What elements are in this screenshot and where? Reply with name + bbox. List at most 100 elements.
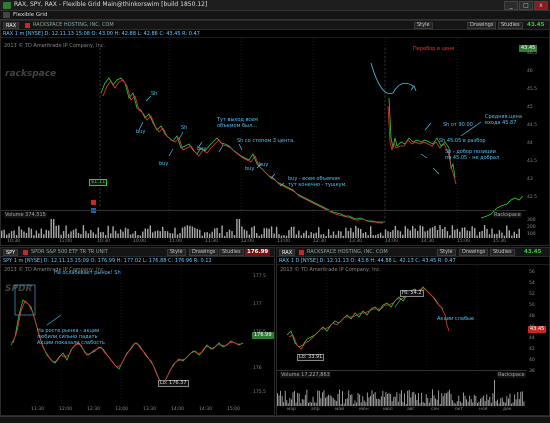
- volume-bar: [357, 393, 359, 406]
- volume-bar: [451, 225, 454, 238]
- volume-bar: [149, 225, 151, 238]
- volume-axis-tick: 300: [527, 218, 536, 223]
- link-icon[interactable]: [299, 250, 304, 255]
- volume-bar: [508, 398, 509, 406]
- volume-bar: [419, 225, 421, 238]
- volume-bar: [518, 228, 520, 238]
- top-style-button[interactable]: Style: [414, 22, 433, 29]
- link-icon[interactable]: [23, 250, 28, 255]
- volume-bar: [408, 390, 410, 406]
- time-tick: июл: [383, 407, 393, 412]
- volume-bar: [343, 403, 345, 406]
- volume-bar: [152, 232, 154, 238]
- time-tick: 13:30: [349, 239, 362, 244]
- volume-bar: [426, 230, 429, 238]
- rax-daily-studies-button[interactable]: Studies: [490, 249, 515, 256]
- volume-bar: [495, 401, 497, 406]
- rax-daily-axis-tick: 42: [529, 347, 535, 352]
- spy-drawings-button[interactable]: Drawings: [189, 249, 219, 256]
- volume-bar: [352, 232, 354, 238]
- volume-bar: [278, 234, 280, 238]
- volume-bar: [464, 227, 466, 238]
- volume-bar: [450, 393, 452, 406]
- volume-bar: [469, 395, 471, 406]
- volume-bar: [95, 234, 97, 238]
- volume-bar: [273, 233, 275, 238]
- rax-daily-drawings-button[interactable]: Drawings: [459, 249, 489, 256]
- volume-bar: [456, 228, 458, 238]
- volume-bar: [288, 230, 290, 238]
- volume-bar: [305, 230, 307, 238]
- rax-daily-axis-tick: 44: [529, 336, 535, 341]
- volume-bar: [362, 233, 364, 238]
- volume-bar: [297, 393, 299, 406]
- volume-bar: [430, 398, 432, 406]
- volume-bar: [489, 396, 491, 406]
- spy-studies-button[interactable]: Studies: [219, 249, 244, 256]
- volume-bar: [396, 392, 398, 406]
- top-drawings-button[interactable]: Drawings: [467, 22, 497, 29]
- spy-chart-panel: SPY SPDR S&P 500 ETF TR TR UNIT Style Dr…: [0, 247, 275, 416]
- volume-bar: [473, 394, 475, 406]
- volume-bar: [459, 231, 461, 238]
- spy-symbol-field[interactable]: SPY: [3, 249, 19, 256]
- volume-bar: [439, 403, 441, 406]
- volume-bar: [315, 232, 317, 238]
- volume-bar: [80, 234, 82, 238]
- rax-daily-style-button[interactable]: Style: [437, 249, 456, 256]
- volume-bar: [124, 227, 127, 238]
- top-symbol-field[interactable]: RAX: [3, 22, 20, 29]
- time-tick: апр: [311, 407, 320, 412]
- top-price-series: [99, 48, 524, 224]
- time-tick: ноя: [479, 407, 488, 412]
- volume-bar: [498, 403, 500, 406]
- volume-bar: [20, 229, 23, 238]
- rax-daily-volume-label: Volume 17,227,863: [280, 372, 331, 378]
- top-studies-button[interactable]: Studies: [498, 22, 523, 29]
- volume-bar: [110, 233, 112, 238]
- volume-bar: [194, 227, 196, 238]
- volume-bar: [67, 233, 70, 238]
- volume-bar: [90, 230, 92, 238]
- top-annotation-curve: [370, 62, 414, 95]
- rax-daily-symbol-field[interactable]: RAX: [279, 249, 296, 256]
- time-tick: дек: [503, 407, 512, 412]
- volume-bar: [511, 403, 512, 406]
- volume-bar: [337, 230, 340, 238]
- volume-bar: [360, 229, 362, 238]
- volume-bar: [196, 229, 198, 238]
- rax-daily-panel: RAX RACKSPACE HOSTING, INC. COM Style Dr…: [276, 247, 550, 416]
- volume-bar: [228, 229, 231, 238]
- volume-bar: [442, 396, 444, 406]
- link-icon[interactable]: [25, 23, 30, 28]
- volume-bar: [402, 401, 404, 406]
- volume-bar: [523, 401, 525, 406]
- time-tick: 11:30: [31, 407, 44, 412]
- close-button[interactable]: x: [534, 1, 548, 10]
- volume-bar: [469, 231, 471, 238]
- volume-bar: [508, 230, 510, 238]
- volume-bar: [334, 399, 336, 406]
- minimize-button[interactable]: _: [504, 1, 518, 10]
- top-axis-tick: 44.5: [527, 123, 538, 128]
- volume-bar: [394, 396, 396, 406]
- tab-bar: Flexible Grid: [0, 11, 550, 20]
- volume-bar: [382, 390, 384, 406]
- volume-bar: [122, 231, 124, 238]
- rax-daily-time-axis: мар апр май июн июл авг сен окт ноя дек: [277, 407, 527, 414]
- volume-bar: [472, 402, 474, 406]
- volume-bar: [501, 397, 503, 406]
- time-tick: 14:30: [199, 407, 212, 412]
- volume-bar: [514, 394, 516, 406]
- volume-bar: [306, 389, 308, 406]
- maximize-button[interactable]: □: [519, 1, 533, 10]
- spy-time-axis: 11:30 12:00 12:30 13:00 13:30 14:00 14:3…: [1, 407, 251, 414]
- tab-flexible-grid[interactable]: Flexible Grid: [13, 12, 47, 18]
- volume-bar: [285, 235, 288, 238]
- volume-bar: [317, 390, 319, 406]
- volume-bar: [458, 395, 460, 406]
- volume-bar: [503, 401, 505, 406]
- volume-bar: [181, 227, 184, 238]
- spy-style-button[interactable]: Style: [167, 249, 186, 256]
- volume-bar: [325, 236, 327, 238]
